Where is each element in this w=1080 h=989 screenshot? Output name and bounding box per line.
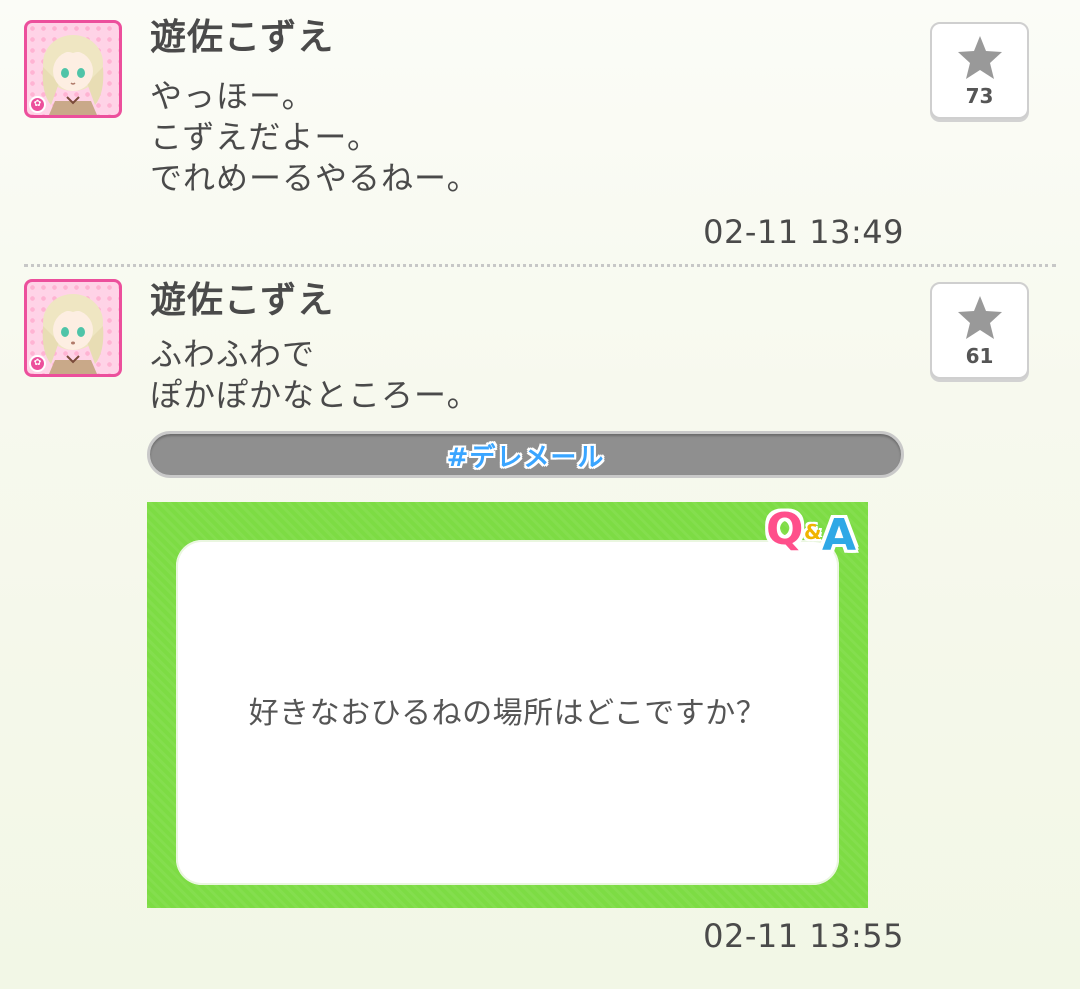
qa-card-inner: 好きなおひるねの場所はどこですか？ — [176, 540, 839, 885]
star-count: 61 — [965, 344, 994, 368]
message-text: やっほー。 こずえだよー。 でれめーるやるねー。 — [150, 76, 480, 199]
message-text: ふわふわで ぽかぽかなところー。 — [150, 334, 480, 416]
qa-logo: Q & A — [766, 504, 866, 566]
author-name: 遊佐こずえ — [150, 280, 335, 321]
star-icon — [957, 296, 1002, 339]
flower-badge-icon: ✿ — [29, 355, 46, 372]
qa-logo-amp: & — [804, 520, 822, 544]
post-timestamp: 02-11 13:49 — [703, 213, 904, 251]
hashtag-button[interactable]: #デレメール — [147, 431, 904, 478]
qa-logo-q: Q — [766, 504, 804, 555]
qa-logo-a: A — [822, 510, 857, 561]
star-count: 73 — [965, 84, 994, 108]
author-name: 遊佐こずえ — [150, 17, 335, 58]
message-line: ふわふわで — [150, 335, 316, 373]
avatar-icon: ✿ — [27, 282, 119, 374]
message-line: こずえだよー。 — [150, 118, 381, 156]
post-timestamp: 02-11 13:55 — [703, 917, 904, 955]
qa-card[interactable]: 好きなおひるねの場所はどこですか？ Q & A — [147, 502, 868, 908]
star-icon — [957, 36, 1002, 79]
hashtag-label: #デレメール — [446, 443, 605, 473]
post-item: ✿ 遊佐こずえ ふわふわで ぽかぽかなところー。 61 #デレメール 好きなおひ… — [0, 265, 1080, 989]
qa-question: 好きなおひるねの場所はどこですか？ — [248, 696, 767, 731]
star-button[interactable]: 73 — [930, 22, 1029, 119]
message-line: ぽかぽかなところー。 — [150, 376, 480, 414]
message-line: でれめーるやるねー。 — [150, 159, 480, 197]
avatar[interactable]: ✿ — [24, 20, 122, 118]
avatar-icon: ✿ — [27, 23, 119, 115]
message-line: やっほー。 — [150, 77, 315, 115]
star-button[interactable]: 61 — [930, 282, 1029, 379]
avatar[interactable]: ✿ — [24, 279, 122, 377]
flower-badge-icon: ✿ — [29, 96, 46, 113]
post-item: ✿ 遊佐こずえ やっほー。 こずえだよー。 でれめーるやるねー。 73 02-1… — [0, 0, 1080, 262]
